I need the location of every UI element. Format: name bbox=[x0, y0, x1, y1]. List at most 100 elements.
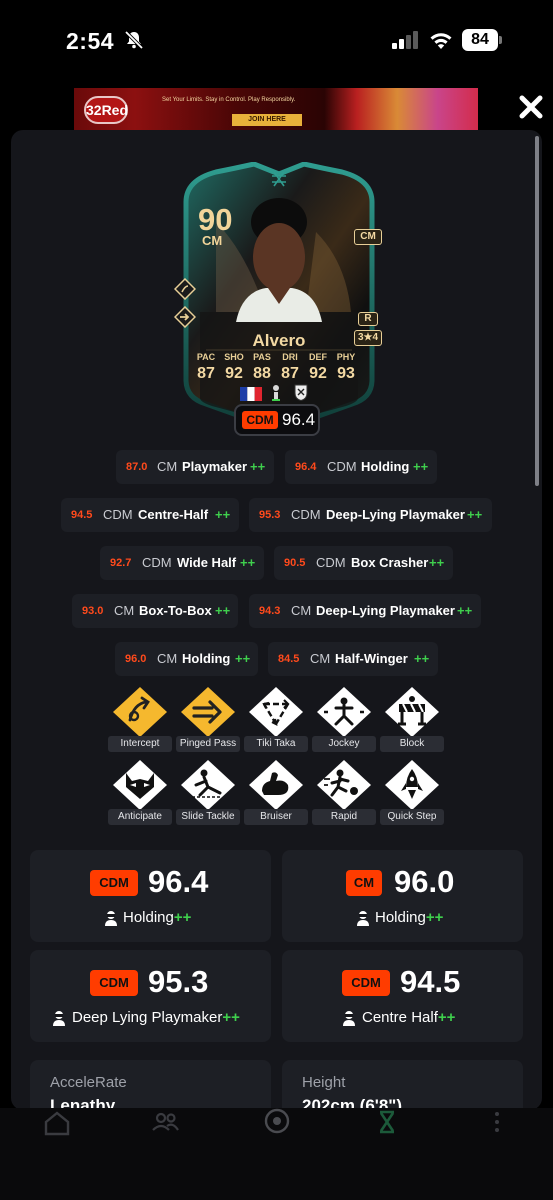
role-chip-name: Holding bbox=[182, 651, 231, 666]
role-chip[interactable]: 96.0 CM Holding ++ bbox=[115, 642, 258, 676]
role-chip-value: 95.3 bbox=[259, 509, 281, 521]
bruiser-icon bbox=[249, 760, 303, 810]
best-role-value: 96.4 bbox=[148, 864, 209, 899]
best-role-position-tag: CDM bbox=[342, 970, 390, 996]
best-role-plus: ++ bbox=[437, 1009, 456, 1026]
role-chip-position: CDM bbox=[103, 507, 133, 522]
status-bar: 2:54 84 bbox=[0, 0, 553, 80]
height-label: Height bbox=[302, 1074, 346, 1091]
role-chip[interactable]: 94.5 CDM Centre-Half ++ bbox=[61, 498, 239, 532]
role-chip-plus: ++ bbox=[429, 555, 445, 570]
playstyle-label: Anticipate bbox=[108, 809, 172, 825]
tiki-taka-icon bbox=[249, 687, 303, 737]
playstyle-slide-tackle[interactable]: Slide Tackle bbox=[176, 759, 240, 827]
best-role-sub: Centre Half++ bbox=[362, 1009, 455, 1026]
role-chip-plus: ++ bbox=[413, 459, 429, 474]
rapid-icon bbox=[317, 760, 371, 810]
best-position-tag: CDM bbox=[242, 411, 278, 429]
best-role-card[interactable]: CM 96.0 Holding++ bbox=[282, 850, 523, 942]
more-icon[interactable] bbox=[482, 1108, 512, 1138]
wifi-icon bbox=[430, 33, 452, 49]
stat-label-pac: PAC bbox=[196, 352, 216, 362]
cell-signal-icon bbox=[392, 31, 418, 49]
best-role-name: Holding bbox=[375, 909, 426, 926]
role-chip[interactable]: 84.5 CM Half-Winger ++ bbox=[268, 642, 438, 676]
role-chip[interactable]: 95.3 CDM Deep-Lying Playmaker ++ bbox=[249, 498, 492, 532]
evolutions-icon[interactable] bbox=[372, 1108, 402, 1138]
role-chip-value: 87.0 bbox=[126, 461, 148, 473]
playstyle-bruiser[interactable]: Bruiser bbox=[244, 759, 308, 827]
role-chip-plus: ++ bbox=[235, 651, 251, 666]
role-chip-plus: ++ bbox=[215, 507, 231, 522]
role-chip-position: CM bbox=[310, 651, 331, 666]
role-chip[interactable]: 93.0 CM Box-To-Box ++ bbox=[72, 594, 238, 628]
playstyle-rapid[interactable]: Rapid bbox=[312, 759, 376, 827]
role-chip-position: CDM bbox=[327, 459, 357, 474]
ball-icon[interactable] bbox=[262, 1108, 292, 1138]
best-role-value: 95.3 bbox=[148, 964, 209, 999]
playstyle-anticipate[interactable]: Anticipate bbox=[108, 759, 172, 827]
role-chip[interactable]: 94.3 CM Deep-Lying Playmaker ++ bbox=[249, 594, 481, 628]
scrollbar[interactable] bbox=[535, 136, 539, 486]
role-chip-plus: ++ bbox=[467, 507, 483, 522]
slide-tackle-icon bbox=[181, 760, 235, 810]
best-role-position-tag: CDM bbox=[90, 970, 138, 996]
playstyle-intercept[interactable]: Intercept bbox=[108, 686, 172, 754]
playstyle-quick-step[interactable]: Quick Step bbox=[380, 759, 444, 827]
preferred-foot-badge: R bbox=[358, 312, 378, 326]
role-chip-value: 84.5 bbox=[278, 653, 300, 665]
playstyle-tiki-taka[interactable]: Tiki Taka bbox=[244, 686, 308, 754]
role-chip-position: CDM bbox=[142, 555, 172, 570]
role-chip-position: CM bbox=[114, 603, 135, 618]
playstyle-pinged-pass[interactable]: Pinged Pass bbox=[176, 686, 240, 754]
role-person-icon bbox=[357, 911, 369, 926]
playstyle-label: Pinged Pass bbox=[176, 736, 240, 752]
best-role-name: Deep Lying Playmaker bbox=[72, 1009, 223, 1026]
role-chip-value: 90.5 bbox=[284, 557, 306, 569]
playstyle-block[interactable]: Block bbox=[380, 686, 444, 754]
stat-label-def: DEF bbox=[309, 352, 327, 362]
playstyle-label: Intercept bbox=[108, 736, 172, 752]
playstyle-label: Tiki Taka bbox=[244, 736, 308, 752]
jockey-icon bbox=[317, 687, 371, 737]
best-role-sub: Holding++ bbox=[123, 909, 191, 926]
role-chip-value: 96.4 bbox=[295, 461, 317, 473]
home-icon[interactable] bbox=[42, 1108, 72, 1138]
card-position: CM bbox=[202, 233, 223, 248]
quick-step-icon bbox=[385, 760, 439, 810]
stat-label-dri: DRI bbox=[282, 352, 298, 362]
best-role-card[interactable]: CDM 95.3 Deep Lying Playmaker++ bbox=[30, 950, 271, 1042]
nation-flag-icon bbox=[240, 387, 262, 401]
best-role-name: Centre Half bbox=[362, 1009, 438, 1026]
playstyle-label: Quick Step bbox=[380, 809, 444, 825]
role-chip-value: 92.7 bbox=[110, 557, 132, 569]
best-role-value: 94.5 bbox=[400, 964, 461, 999]
best-rating-pill: CDM 96.4 bbox=[234, 404, 320, 436]
role-chip[interactable]: 87.0 CM Playmaker ++ bbox=[116, 450, 274, 484]
role-chip-position: CM bbox=[291, 603, 312, 618]
club-crest-icon bbox=[294, 384, 308, 401]
best-role-card[interactable]: CDM 96.4 Holding++ bbox=[30, 850, 271, 942]
role-chip[interactable]: 90.5 CDM Box Crasher ++ bbox=[274, 546, 453, 580]
close-icon[interactable] bbox=[516, 92, 546, 122]
ad-cta-button[interactable]: JOIN HERE bbox=[232, 114, 302, 126]
intercept-icon bbox=[113, 687, 167, 737]
role-chip-position: CDM bbox=[316, 555, 346, 570]
best-role-plus: ++ bbox=[173, 909, 192, 926]
role-chip-name: Playmaker bbox=[182, 459, 248, 474]
players-icon[interactable] bbox=[150, 1108, 180, 1138]
stat-value-dri: 87 bbox=[281, 365, 299, 382]
role-chip[interactable]: 96.4 CDM Holding ++ bbox=[285, 450, 437, 484]
role-chip[interactable]: 92.7 CDM Wide Half ++ bbox=[100, 546, 264, 580]
playstyle-label: Bruiser bbox=[244, 809, 308, 825]
playstyle-jockey[interactable]: Jockey bbox=[312, 686, 376, 754]
role-chip-name: Box Crasher bbox=[351, 555, 429, 570]
best-role-plus: ++ bbox=[425, 909, 444, 926]
ad-banner[interactable]: 32Red Set Your Limits. Stay in Control. … bbox=[74, 88, 478, 132]
role-person-icon bbox=[53, 1011, 65, 1026]
best-role-position-tag: CM bbox=[346, 870, 382, 896]
best-role-card[interactable]: CDM 94.5 Centre Half++ bbox=[282, 950, 523, 1042]
stat-label-sho: SHO bbox=[224, 352, 244, 362]
accelerate-label: AcceleRate bbox=[50, 1074, 127, 1091]
anticipate-icon bbox=[113, 760, 167, 810]
